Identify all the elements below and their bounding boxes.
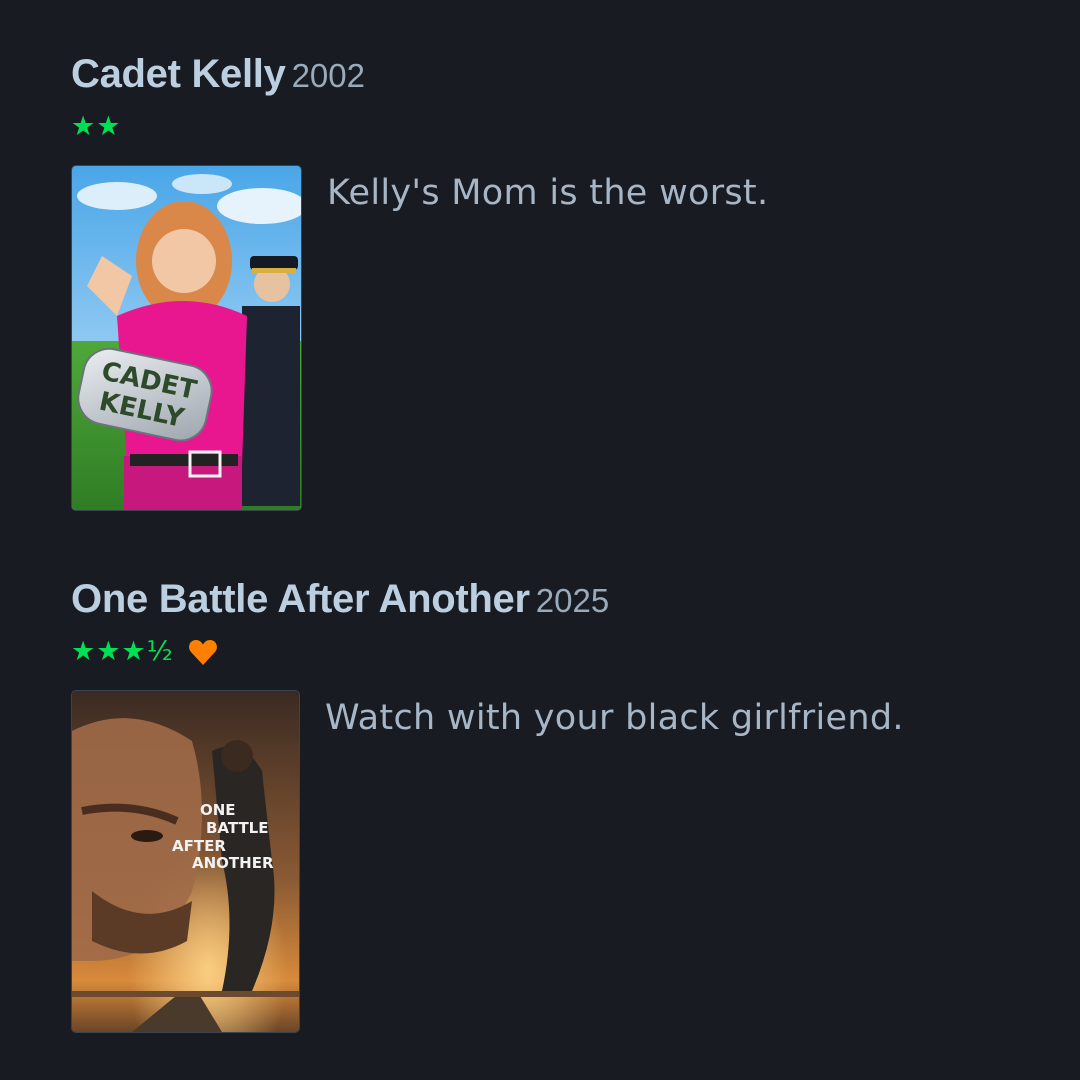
poster-title-line-1: ONE xyxy=(200,801,236,819)
poster-title-line-2: BATTLE xyxy=(206,819,269,837)
star-rating: ★★ xyxy=(71,111,122,142)
poster-art-one-battle-after-another: ONE BATTLE AFTER ANOTHER xyxy=(72,691,299,1032)
film-year[interactable]: 2025 xyxy=(536,582,609,620)
heart-icon xyxy=(188,640,217,665)
film-poster[interactable]: ONE BATTLE AFTER ANOTHER xyxy=(71,690,300,1033)
poster-title-line-3: AFTER xyxy=(172,837,226,855)
review-text: Kelly's Mom is the worst. xyxy=(327,173,769,213)
review-item: Cadet Kelly 2002 ★★ CADET KELLY Kelly's … xyxy=(71,52,1031,511)
poster-title-line-4: ANOTHER xyxy=(192,854,274,872)
review-text: Watch with your black girlfriend. xyxy=(325,698,904,738)
review-heading: Cadet Kelly 2002 xyxy=(71,52,1031,102)
rating-row: ★★ xyxy=(71,112,1031,142)
review-heading: One Battle After Another 2025 xyxy=(71,577,1031,627)
rating-row: ★★★½ xyxy=(71,637,1031,667)
star-rating: ★★★½ xyxy=(71,636,174,667)
review-body: ONE BATTLE AFTER ANOTHER Watch with your… xyxy=(71,690,1031,1033)
review-body: CADET KELLY Kelly's Mom is the worst. xyxy=(71,165,1031,511)
film-title[interactable]: One Battle After Another xyxy=(71,577,530,622)
review-item: One Battle After Another 2025 ★★★½ ONE B… xyxy=(71,577,1031,1033)
film-poster[interactable]: CADET KELLY xyxy=(71,165,302,511)
poster-art-cadet-kelly: CADET KELLY xyxy=(72,166,301,510)
film-year[interactable]: 2002 xyxy=(292,57,365,95)
film-title[interactable]: Cadet Kelly xyxy=(71,52,286,97)
